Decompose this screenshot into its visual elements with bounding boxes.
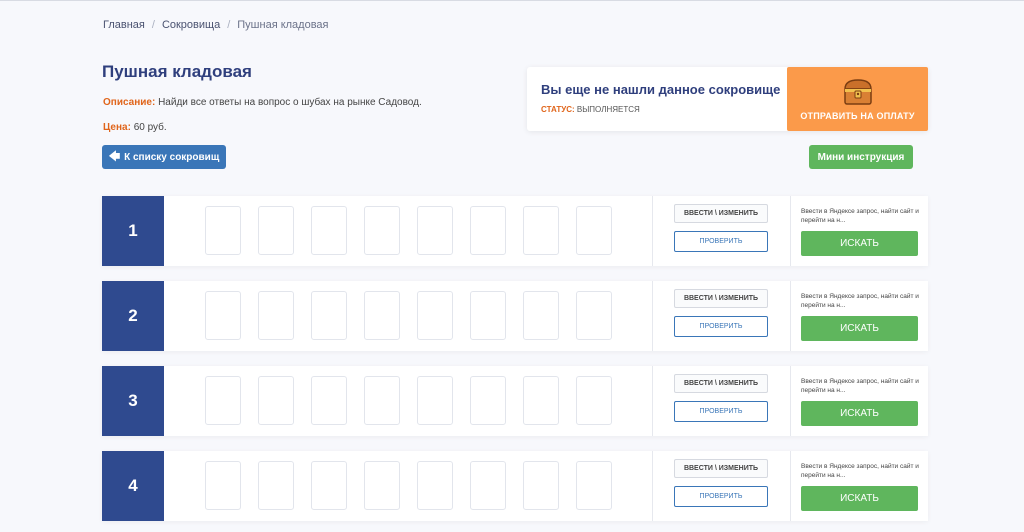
letter-cells [205,461,612,510]
description: Описание: Найди все ответы на вопрос о ш… [103,97,422,108]
letter-cell[interactable] [258,461,294,510]
mini-instruction-button[interactable]: Мини инструкция [809,145,913,169]
breadcrumb-separator: / [227,19,231,31]
letter-cells [205,291,612,340]
top-divider [0,0,1024,1]
arrow-left-icon: 🡄 [108,150,121,163]
letter-cell[interactable] [417,461,453,510]
send-to-payment-button[interactable]: ОТПРАВИТЬ НА ОПЛАТУ [787,67,928,131]
page-title: Пушная кладовая [102,62,252,81]
letter-cell[interactable] [364,461,400,510]
letter-cell[interactable] [470,461,506,510]
row-hint: Ввести в Яндексе запрос, найти сайт и пе… [801,293,919,309]
letter-cell[interactable] [470,291,506,340]
answer-rows: 1 ВВЕСТИ \ ИЗМЕНИТЬ ПРОВЕРИТЬ Ввести в Я… [102,196,928,532]
enter-edit-button[interactable]: ВВЕСТИ \ ИЗМЕНИТЬ [674,459,768,478]
letter-cells [205,206,612,255]
treasure-chest-icon [843,79,872,105]
letter-cell[interactable] [311,291,347,340]
description-label: Описание: [103,97,156,108]
answer-row: 2 ВВЕСТИ \ ИЗМЕНИТЬ ПРОВЕРИТЬ Ввести в Я… [102,281,928,351]
price-value: 60 руб. [133,122,167,133]
row-hint: Ввести в Яндексе запрос, найти сайт и пе… [801,463,919,479]
row-hint: Ввести в Яндексе запрос, найти сайт и пе… [801,208,919,224]
search-button[interactable]: ИСКАТЬ [801,231,918,256]
breadcrumb-section-link[interactable]: Сокровища [162,19,220,31]
enter-edit-button[interactable]: ВВЕСТИ \ ИЗМЕНИТЬ [674,289,768,308]
description-text: Найди все ответы на вопрос о шубах на ры… [158,97,422,108]
row-number: 1 [102,196,164,266]
check-button[interactable]: ПРОВЕРИТЬ [674,231,768,252]
column-divider [652,366,653,436]
letter-cell[interactable] [417,291,453,340]
column-divider [790,366,791,436]
letter-cell[interactable] [523,206,559,255]
status-title: Вы еще не нашли данное сокровище [541,82,781,97]
column-divider [790,281,791,351]
search-button[interactable]: ИСКАТЬ [801,486,918,511]
letter-cell[interactable] [311,376,347,425]
letter-cell[interactable] [523,461,559,510]
letter-cell[interactable] [364,291,400,340]
letter-cell[interactable] [470,206,506,255]
back-to-list-label: К списку сокровищ [124,151,220,163]
letter-cell[interactable] [205,206,241,255]
letter-cell[interactable] [311,206,347,255]
breadcrumb-home-link[interactable]: Главная [103,19,145,31]
back-to-list-button[interactable]: 🡄 К списку сокровищ [102,145,226,169]
check-button[interactable]: ПРОВЕРИТЬ [674,316,768,337]
letter-cell[interactable] [417,376,453,425]
check-button[interactable]: ПРОВЕРИТЬ [674,486,768,507]
letter-cell[interactable] [364,206,400,255]
letter-cell[interactable] [364,376,400,425]
row-number: 2 [102,281,164,351]
row-number: 4 [102,451,164,521]
price-label: Цена: [103,122,131,133]
letter-cell[interactable] [523,291,559,340]
letter-cell[interactable] [311,461,347,510]
column-divider [652,451,653,521]
letter-cell[interactable] [470,376,506,425]
breadcrumb: Главная / Сокровища / Пушная кладовая [103,19,329,31]
letter-cell[interactable] [258,376,294,425]
letter-cell[interactable] [417,206,453,255]
status-card: Вы еще не нашли данное сокровище СТАТУС:… [527,67,928,131]
enter-edit-button[interactable]: ВВЕСТИ \ ИЗМЕНИТЬ [674,374,768,393]
letter-cell[interactable] [258,291,294,340]
check-button[interactable]: ПРОВЕРИТЬ [674,401,768,422]
letter-cell[interactable] [576,376,612,425]
column-divider [652,281,653,351]
letter-cell[interactable] [576,291,612,340]
search-button[interactable]: ИСКАТЬ [801,401,918,426]
row-number: 3 [102,366,164,436]
search-button[interactable]: ИСКАТЬ [801,316,918,341]
status-value: ВЫПОЛНЯЕТСЯ [576,105,640,114]
row-hint: Ввести в Яндексе запрос, найти сайт и пе… [801,378,919,394]
letter-cell[interactable] [523,376,559,425]
price: Цена: 60 руб. [103,122,167,133]
answer-row: 4 ВВЕСТИ \ ИЗМЕНИТЬ ПРОВЕРИТЬ Ввести в Я… [102,451,928,521]
letter-cell[interactable] [205,376,241,425]
column-divider [652,196,653,266]
enter-edit-button[interactable]: ВВЕСТИ \ ИЗМЕНИТЬ [674,204,768,223]
letter-cell[interactable] [205,291,241,340]
letter-cell[interactable] [258,206,294,255]
send-to-payment-label: ОТПРАВИТЬ НА ОПЛАТУ [800,111,915,121]
letter-cells [205,376,612,425]
status-line: СТАТУС: ВЫПОЛНЯЕТСЯ [541,105,640,114]
answer-row: 1 ВВЕСТИ \ ИЗМЕНИТЬ ПРОВЕРИТЬ Ввести в Я… [102,196,928,266]
breadcrumb-current: Пушная кладовая [237,19,329,31]
status-label: СТАТУС: [541,105,575,114]
letter-cell[interactable] [205,461,241,510]
column-divider [790,196,791,266]
letter-cell[interactable] [576,461,612,510]
letter-cell[interactable] [576,206,612,255]
column-divider [790,451,791,521]
answer-row: 3 ВВЕСТИ \ ИЗМЕНИТЬ ПРОВЕРИТЬ Ввести в Я… [102,366,928,436]
breadcrumb-separator: / [151,19,155,31]
